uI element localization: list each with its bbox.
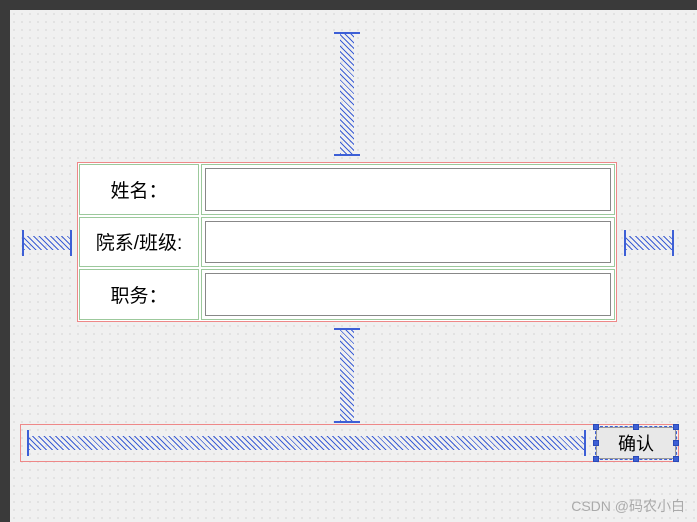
dept-class-field[interactable] xyxy=(205,221,611,264)
spacer-button-left[interactable] xyxy=(27,436,586,450)
spacer-top[interactable] xyxy=(340,32,354,156)
resize-handle[interactable] xyxy=(673,424,679,430)
resize-handle[interactable] xyxy=(593,456,599,462)
spacer-bottom[interactable] xyxy=(340,328,354,423)
ok-button-label: 确认 xyxy=(618,434,654,454)
ok-button[interactable]: 确认 xyxy=(596,427,676,459)
resize-handle[interactable] xyxy=(633,424,639,430)
resize-handle[interactable] xyxy=(673,440,679,446)
label-position: 职务： xyxy=(79,269,199,320)
resize-handle[interactable] xyxy=(593,440,599,446)
spacer-right[interactable] xyxy=(624,236,674,250)
resize-handle[interactable] xyxy=(633,456,639,462)
watermark: CSDN @码农小白 xyxy=(571,496,685,516)
resize-handle[interactable] xyxy=(593,424,599,430)
designer-canvas[interactable]: 姓名： 院系/班级: 职务： 确认 CSDN @码农小白 xyxy=(10,10,697,522)
label-dept-class: 院系/班级: xyxy=(79,217,199,268)
input-cell-position xyxy=(201,269,615,320)
form-layout[interactable]: 姓名： 院系/班级: 职务： xyxy=(77,162,617,322)
position-field[interactable] xyxy=(205,273,611,316)
button-row[interactable]: 确认 xyxy=(20,424,679,462)
name-field[interactable] xyxy=(205,168,611,211)
input-cell-name xyxy=(201,164,615,215)
label-name: 姓名： xyxy=(79,164,199,215)
input-cell-dept xyxy=(201,217,615,268)
spacer-left[interactable] xyxy=(22,236,72,250)
resize-handle[interactable] xyxy=(673,456,679,462)
